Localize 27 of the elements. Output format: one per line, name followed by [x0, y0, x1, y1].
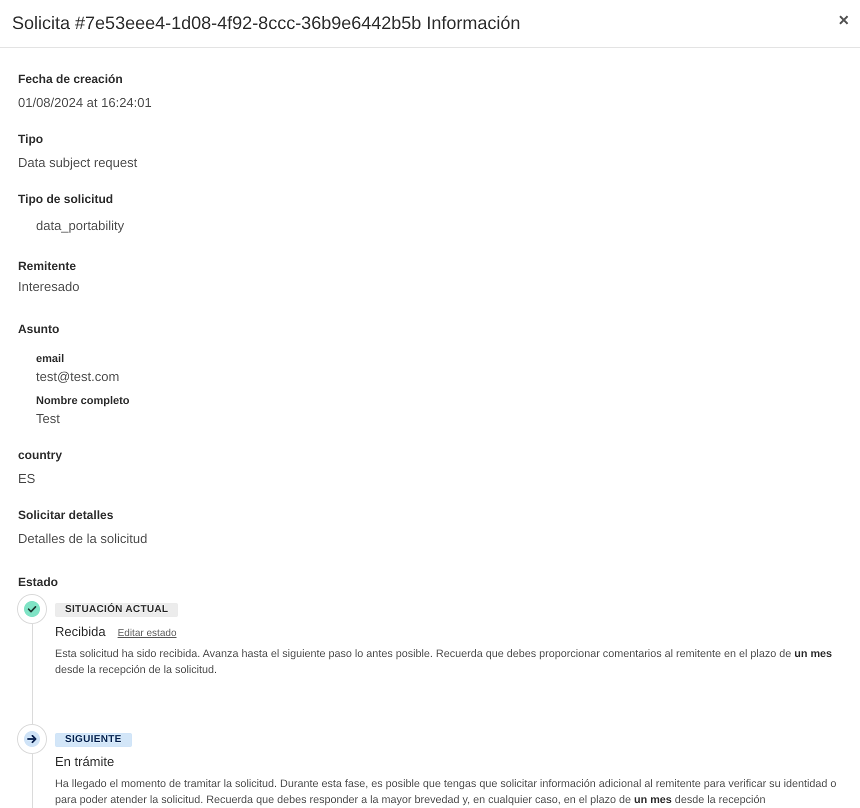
field-label: Fecha de creación [18, 71, 123, 87]
field-value: 01/08/2024 at 16:24:01 [18, 94, 152, 112]
step-title: Recibida [55, 623, 106, 641]
field-label: Tipo de solicitud [18, 191, 114, 207]
status-badge: SITUACIÓN ACTUAL [55, 603, 178, 617]
field-label: Estado [18, 574, 58, 590]
field-value: Data subject request [18, 154, 138, 172]
field-label: Asunto [18, 321, 60, 337]
subfield-label: email [36, 352, 64, 366]
field-label: Tipo [18, 131, 44, 147]
subfield-value: Test [36, 410, 60, 428]
field-label: country [18, 447, 62, 463]
step-description: Esta solicitud ha sido recibida. Avanza hasta el siguiente paso lo antes posible. Recuerda que debes proporcionar comentarios al remitente en el plazo de un mes desde la recepción de la solicitud. [55, 647, 834, 678]
field-value: ES [18, 470, 36, 488]
field-label: Solicitar detalles [18, 507, 114, 523]
field-label: Remitente [18, 258, 76, 274]
step-description: Ha llegado el momento de tramitar la solicitud. Durante esta fase, es posible que tengas que solicitar información adicional al remitente para verificar su identidad o para poder atender la solicitud. Recuerda que debes responder a la mayor brevedad y, en cualquier caso, en el plazo de un mes desde la recepción [55, 777, 838, 808]
subfield-value: test@test.com [36, 368, 120, 386]
close-button[interactable]: × [835, 11, 852, 29]
field-value: Interesado [18, 278, 80, 296]
step-title: En trámite [55, 753, 114, 771]
dialog-title: Solicita #7e53eee4-1d08-4f92-8ccc-36b9e6442b5b Información [12, 12, 520, 34]
edit-status-link[interactable]: Editar estado [118, 628, 177, 639]
field-value: Detalles de la solicitud [18, 530, 148, 548]
field-value: data_portability [36, 217, 124, 235]
status-badge: SIGUIENTE [55, 733, 132, 747]
subfield-label: Nombre completo [36, 394, 130, 408]
